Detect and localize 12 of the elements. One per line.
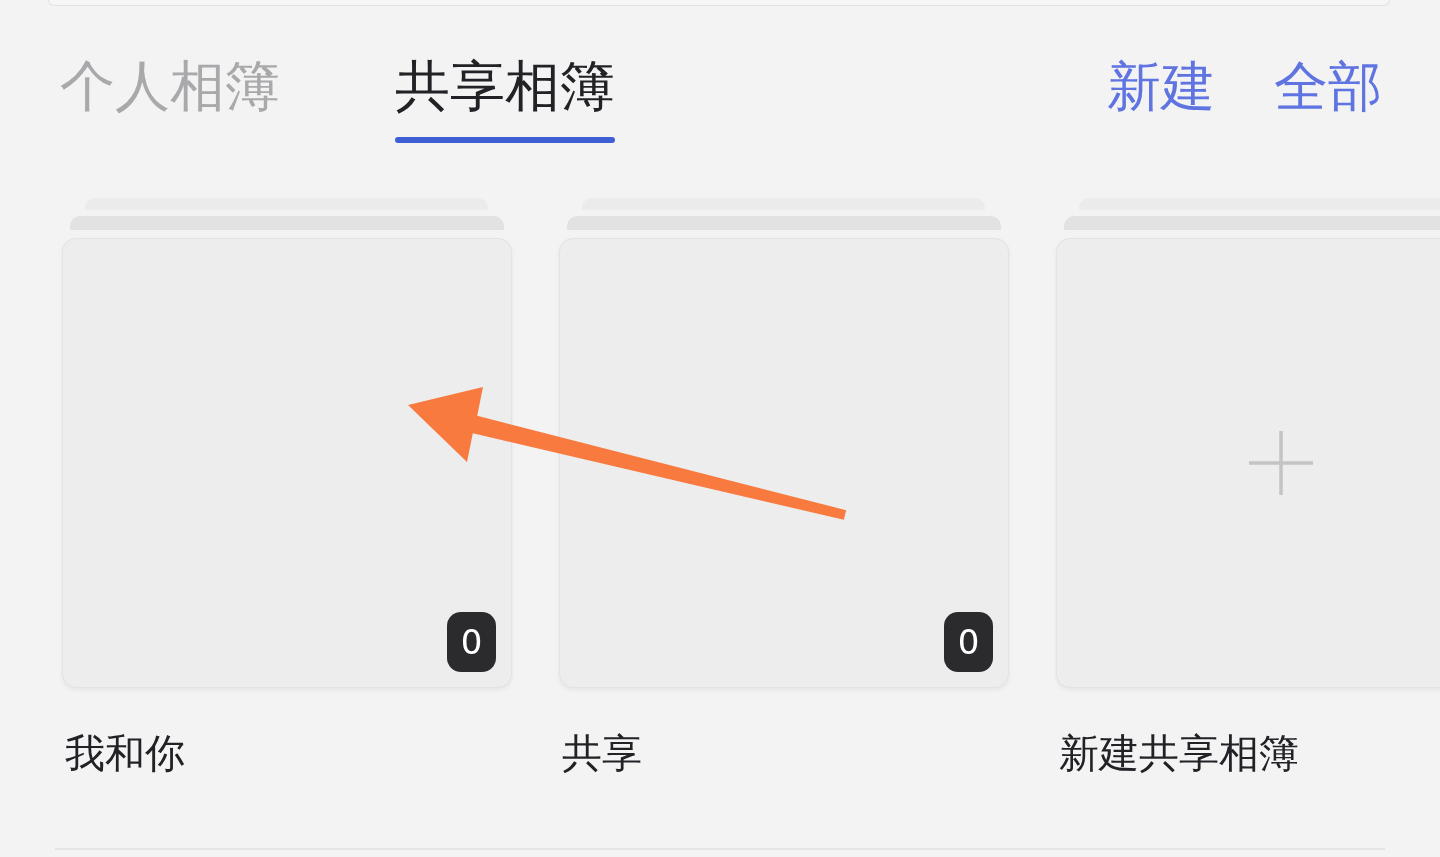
photo-count-badge: 0 [944,612,993,672]
photo-count-badge: 0 [447,612,496,672]
header-link[interactable]: 全部 [1274,59,1382,114]
header-link[interactable]: 新建 [1107,59,1215,114]
album-name: 我和你 [65,733,185,773]
album-name: 新建共享相簿 [1059,733,1299,773]
album-tab[interactable]: 共享相簿 [395,59,615,143]
album-card[interactable]: 0 [559,238,1009,688]
album-card[interactable]: 0 [62,238,512,688]
plus-icon [1249,431,1313,495]
album-name: 共享 [562,733,642,773]
create-album-card[interactable] [1056,238,1440,688]
